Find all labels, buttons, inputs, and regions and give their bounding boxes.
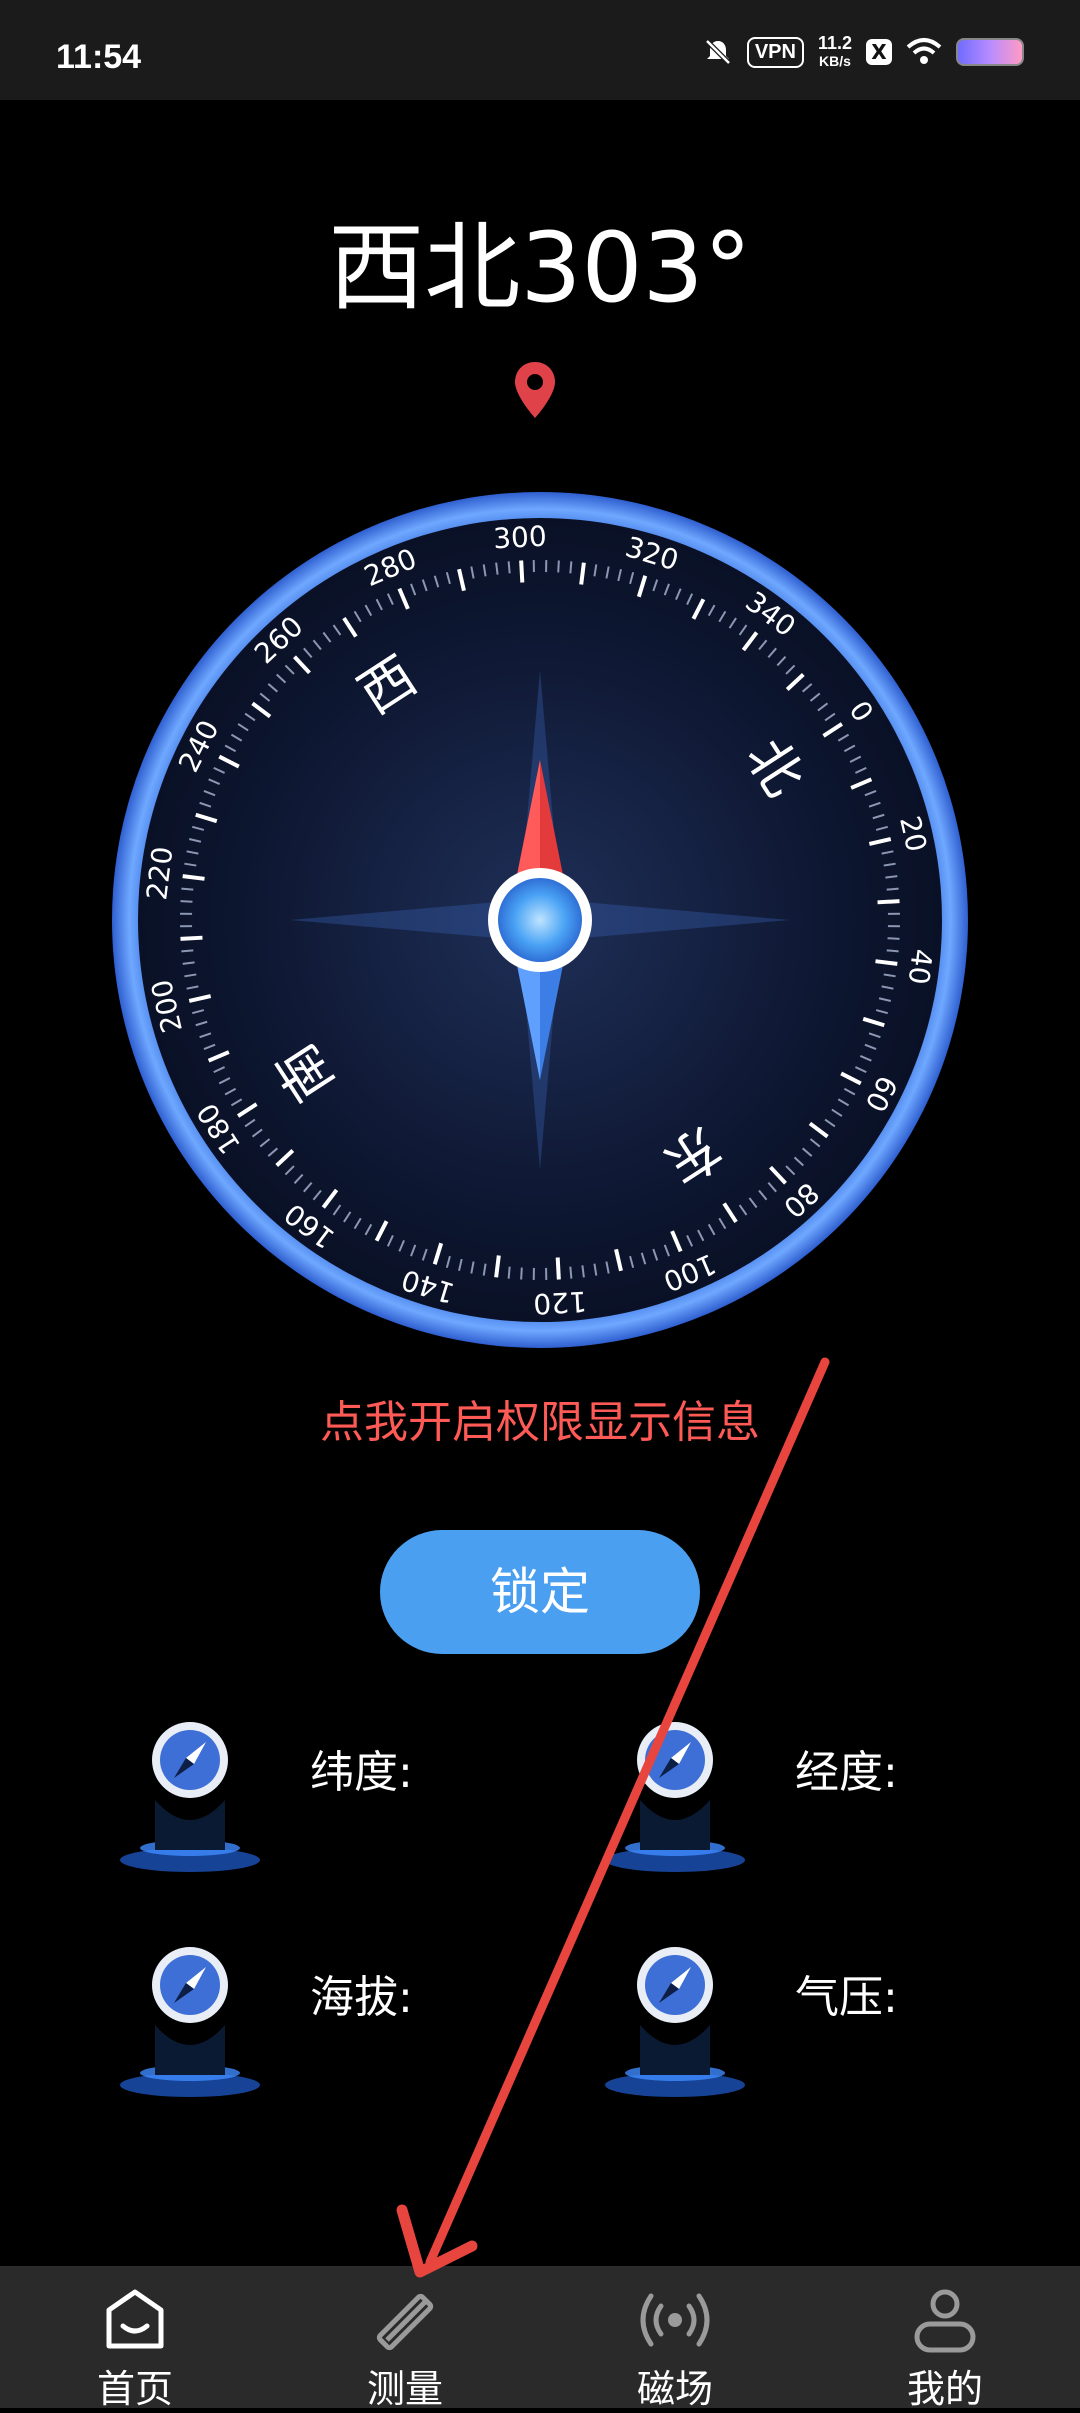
bottom-nav: 首页 测量 磁场 我的 <box>0 2266 1080 2408</box>
pressure-item: 气压: <box>595 1925 1015 2105</box>
compass-tick <box>875 961 897 964</box>
compass-tick <box>509 1267 510 1279</box>
lock-button[interactable]: 锁定 <box>380 1530 700 1654</box>
permission-prompt[interactable]: 点我开启权限显示信息 <box>0 1386 1080 1450</box>
compass-tick <box>521 1268 522 1280</box>
compass-tick <box>581 563 584 585</box>
compass-dial: 0204060801001201401601802002202402602803… <box>110 490 970 1350</box>
compass-tick-label: 300 <box>492 520 547 556</box>
compass-tick <box>509 561 510 573</box>
nav-magnetic[interactable]: 磁场 <box>540 2266 810 2408</box>
heading-readout: 西北303° <box>0 190 1080 329</box>
battery-icon <box>956 38 1024 66</box>
compass-tick-label: 120 <box>532 1285 587 1321</box>
nav-mine[interactable]: 我的 <box>810 2266 1080 2408</box>
status-bar: 11:54 VPN 11.2 KB/s X <box>0 0 1080 100</box>
longitude-label: 经度: <box>795 1736 898 1800</box>
compass-tick <box>180 901 192 902</box>
compass-tick <box>887 889 899 890</box>
status-time: 11:54 <box>56 38 141 77</box>
network-speed: 11.2 KB/s <box>818 34 852 70</box>
compass-globe-icon <box>110 1700 300 1880</box>
wifi-icon <box>906 37 942 67</box>
nav-magnetic-label: 磁场 <box>540 2358 810 2413</box>
compass-tick <box>521 560 522 582</box>
compass-tick <box>180 938 202 939</box>
compass-tick <box>181 950 193 951</box>
compass-tick <box>181 889 193 890</box>
latitude-item: 纬度: <box>110 1700 530 1880</box>
compass-tick-label: 220 <box>140 845 179 902</box>
compass-tick <box>878 901 900 902</box>
nav-measure[interactable]: 测量 <box>270 2266 540 2408</box>
altitude-item: 海拔: <box>110 1925 530 2105</box>
compass-tick <box>558 560 559 572</box>
latitude-label: 纬度: <box>310 1736 413 1800</box>
bell-off-icon <box>703 37 733 67</box>
compass-tick <box>558 1258 559 1280</box>
compass-tick <box>887 950 899 951</box>
altitude-label: 海拔: <box>310 1961 413 2025</box>
compass-globe-icon <box>595 1925 785 2105</box>
compass-globe-icon <box>595 1700 785 1880</box>
compass-tick <box>570 1267 571 1279</box>
compass-tick <box>888 938 900 939</box>
nav-measure-label: 测量 <box>270 2358 540 2413</box>
home-icon <box>95 2280 175 2360</box>
pressure-label: 气压: <box>795 1961 898 2025</box>
nav-home[interactable]: 首页 <box>0 2266 270 2408</box>
nav-mine-label: 我的 <box>810 2358 1080 2413</box>
longitude-item: 经度: <box>595 1700 1015 1880</box>
compass-tick <box>496 1255 499 1277</box>
user-icon <box>905 2280 985 2360</box>
nav-home-label: 首页 <box>0 2358 270 2413</box>
compass-tick <box>183 876 205 879</box>
signal-broadcast-icon <box>635 2280 715 2360</box>
compass-globe-icon <box>110 1925 300 2105</box>
status-icons: VPN 11.2 KB/s X <box>703 34 1024 70</box>
location-pin-icon <box>511 360 559 420</box>
compass-tick <box>570 561 571 573</box>
compass-tick-label: 40 <box>902 947 939 986</box>
app-notification-icon: X <box>866 39 892 65</box>
ruler-pencil-icon <box>365 2280 445 2360</box>
vpn-badge: VPN <box>747 37 804 68</box>
